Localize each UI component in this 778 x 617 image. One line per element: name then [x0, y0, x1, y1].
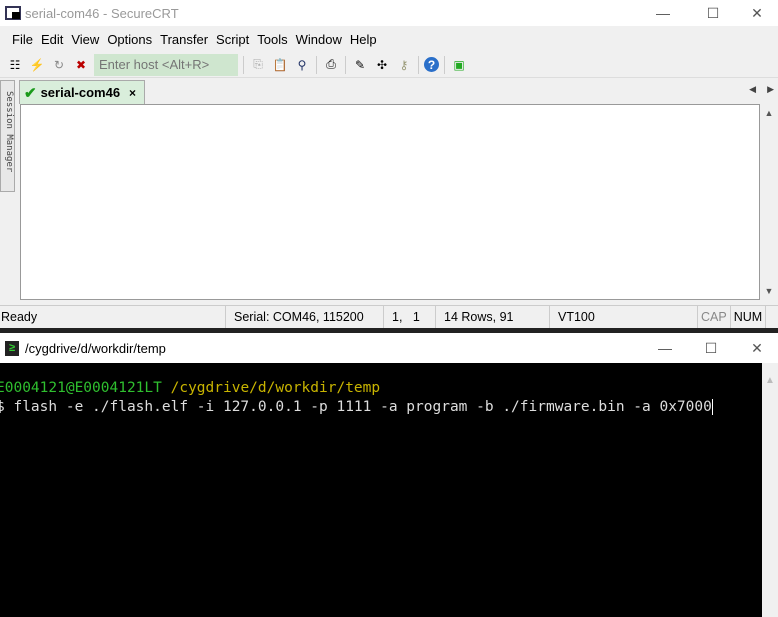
menu-tools[interactable]: Tools: [257, 32, 295, 47]
paste-icon[interactable]: 📋: [271, 56, 289, 74]
session-options-icon[interactable]: ✎: [351, 56, 369, 74]
mintty-minimize-button[interactable]: —: [642, 335, 688, 361]
find-icon[interactable]: ⚲: [293, 56, 311, 74]
menu-help[interactable]: Help: [350, 32, 385, 47]
mintty-window-title: /cygdrive/d/workdir/temp: [25, 340, 166, 356]
mintty-close-button[interactable]: ✕: [734, 335, 778, 361]
title-bar: serial-com46 - SecureCRT — ☐ ✕: [0, 0, 778, 26]
global-options-icon[interactable]: ✣: [373, 56, 391, 74]
tab-scroll-right-icon[interactable]: ▶: [767, 84, 774, 95]
status-ready: Ready: [0, 305, 226, 329]
prompt-path: /cygdrive/d/workdir/temp: [170, 380, 381, 396]
securecrt-app-icon: [5, 6, 21, 20]
command-line: $ flash -e ./flash.elf -i 127.0.0.1 -p 1…: [0, 398, 762, 417]
menu-window[interactable]: Window: [296, 32, 350, 47]
menu-transfer[interactable]: Transfer: [160, 32, 216, 47]
menu-options[interactable]: Options: [107, 32, 160, 47]
disconnect-icon[interactable]: ✖: [72, 56, 90, 74]
separator: [316, 55, 317, 74]
separator: [243, 55, 244, 74]
terminal-scrollbar[interactable]: ▲ ▼: [760, 104, 778, 300]
tab-label: serial-com46: [40, 85, 121, 100]
status-bar: Ready Serial: COM46, 115200 1, 1 14 Rows…: [0, 305, 778, 347]
connected-check-icon: ✔: [24, 84, 37, 102]
scroll-down-icon[interactable]: ▼: [760, 286, 778, 296]
session-manager-tab[interactable]: Session Manager: [0, 80, 15, 192]
help-icon[interactable]: ?: [424, 57, 439, 72]
copy-icon[interactable]: ⎘: [249, 56, 267, 74]
sftp-icon[interactable]: ▣: [450, 56, 468, 74]
menu-view[interactable]: View: [71, 32, 107, 47]
menu-bar: File Edit View Options Transfer Script T…: [0, 26, 778, 52]
status-emulation: VT100: [550, 305, 698, 329]
separator: [418, 55, 419, 74]
print-icon[interactable]: ⎙: [322, 56, 340, 74]
menu-file[interactable]: File: [0, 32, 41, 47]
mintty-app-icon: ≥: [5, 340, 19, 356]
command-text: flash -e ./flash.elf -i 127.0.0.1 -p 111…: [4, 399, 712, 415]
mintty-title-bar: ≥ /cygdrive/d/workdir/temp — ☐ ✕: [0, 333, 778, 363]
maximize-button[interactable]: ☐: [690, 0, 736, 26]
status-cursor-position: 1, 1: [384, 305, 436, 329]
scroll-up-icon[interactable]: ▲: [760, 108, 778, 118]
text-cursor: [711, 399, 713, 415]
status-size: 14 Rows, 91 Cols: [436, 305, 550, 347]
menu-edit[interactable]: Edit: [41, 32, 71, 47]
status-num: NUM: [731, 305, 767, 329]
minimize-button[interactable]: —: [640, 0, 686, 26]
toolbar: ☷ ⚡ ↻ ✖ ⎘ 📋 ⚲ ⎙ ✎ ✣ ⚷ ? ▣: [0, 52, 778, 78]
scroll-up-icon[interactable]: ▲: [765, 375, 775, 386]
tab-scroll-left-icon[interactable]: ◀: [749, 84, 756, 95]
prompt-user-host: E0004121@E0004121LT: [0, 380, 162, 396]
mintty-maximize-button[interactable]: ☐: [688, 335, 734, 361]
separator: [444, 55, 445, 74]
menu-script[interactable]: Script: [216, 32, 257, 47]
mintty-console[interactable]: E0004121@E0004121LT /cygdrive/d/workdir/…: [0, 363, 762, 617]
tab-close-icon[interactable]: ×: [129, 86, 136, 100]
reconnect-icon[interactable]: ↻: [50, 56, 68, 74]
serial-terminal-area[interactable]: [20, 104, 760, 300]
status-connection: Serial: COM46, 115200: [226, 305, 384, 329]
mintty-scrollbar[interactable]: ▲: [762, 363, 778, 617]
quick-connect-icon[interactable]: ⚡: [28, 56, 46, 74]
host-input[interactable]: [94, 53, 238, 76]
close-button[interactable]: ✕: [734, 0, 778, 26]
tab-serial-com46[interactable]: ✔ serial-com46 ×: [19, 80, 145, 104]
prompt-line: E0004121@E0004121LT /cygdrive/d/workdir/…: [0, 379, 762, 398]
tab-strip: ✔ serial-com46 × ◀ ▶: [18, 78, 778, 104]
status-cap: CAP: [698, 305, 731, 329]
separator: [345, 55, 346, 74]
connect-icon[interactable]: ☷: [6, 56, 24, 74]
key-icon[interactable]: ⚷: [395, 56, 413, 74]
window-title: serial-com46 - SecureCRT: [25, 5, 179, 21]
